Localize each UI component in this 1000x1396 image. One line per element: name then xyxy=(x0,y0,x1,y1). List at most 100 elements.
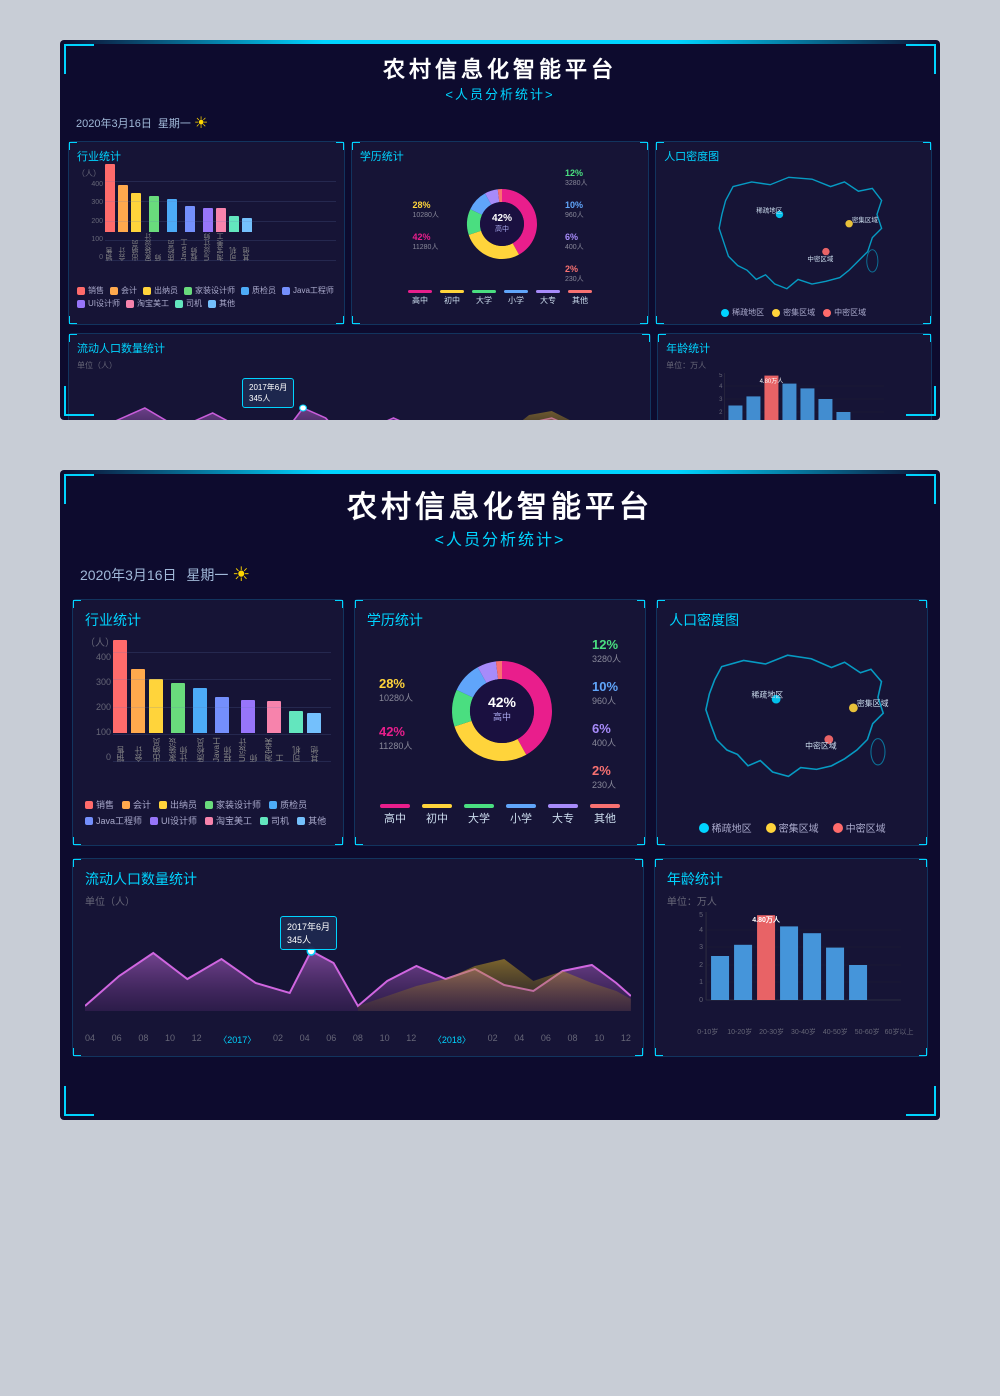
legend-item: 其他 xyxy=(208,298,235,309)
legend-item: 家装设计师 xyxy=(184,285,235,296)
bar-x-label: 家装设计师 xyxy=(144,233,164,261)
bar-group: 会计 xyxy=(131,669,145,762)
flow-panel-small: 流动人口数量统计 单位（人） xyxy=(68,333,651,420)
svg-text:2: 2 xyxy=(719,410,723,416)
corner-br xyxy=(906,386,936,416)
age-panel-small: 年龄统计 单位：万人 0 1 2 xyxy=(657,333,932,420)
svg-text:4: 4 xyxy=(719,384,723,390)
donut-svg-small: 42% 高中 xyxy=(447,169,557,279)
map-legend-large: 稀疏地区 密集区域 中密区域 xyxy=(669,820,915,835)
bar-x-label: 淘宝美工 xyxy=(216,233,226,261)
bar xyxy=(242,218,252,232)
main-title-large: 农村信息化智能平台 xyxy=(60,482,940,526)
bottom-panels-row-large: 流动人口数量统计 单位（人） xyxy=(60,852,940,1069)
legend-item: 出纳员 xyxy=(159,798,197,811)
map-title-large: 人口密度图 xyxy=(669,610,915,630)
svg-text:4: 4 xyxy=(699,927,703,934)
bar xyxy=(216,208,226,232)
china-map-svg-small: 稀疏地区 密集区域 中密区域 xyxy=(664,168,923,298)
education-panel-small: 学历统计 28%10280人 42%11280人 xyxy=(351,141,649,325)
bar-x-label: 会计 xyxy=(133,734,144,762)
legend-item: UI设计师 xyxy=(150,814,197,827)
bar-x-label: Java工程师 xyxy=(211,734,233,762)
bottom-panels-row-small: 流动人口数量统计 单位（人） xyxy=(60,329,940,420)
bar-group: 家装设计师 xyxy=(167,683,189,762)
bar-x-label: Java工程师 xyxy=(180,233,200,261)
bar-x-label: 出纳员 xyxy=(131,233,141,261)
legend-item: 销售 xyxy=(85,798,114,811)
bar-group: 出纳员 xyxy=(131,193,141,261)
edu-left-labels-large: 28%10280人 42%11280人 xyxy=(379,676,413,752)
bar-group: 其他 xyxy=(242,218,252,261)
legend-item: 司机 xyxy=(175,298,202,309)
bar-group: 其他 xyxy=(307,713,321,762)
corner-br-lg xyxy=(906,1086,936,1116)
weekday-small: 星期一 xyxy=(158,115,191,131)
bar xyxy=(167,199,177,232)
bar-x-label: 司机 xyxy=(229,233,239,261)
header-deco xyxy=(60,40,940,44)
bar-x-label: UI设计师 xyxy=(203,233,213,261)
bar xyxy=(185,206,195,232)
svg-text:3: 3 xyxy=(719,397,723,403)
bar xyxy=(229,216,239,232)
map-title-small: 人口密度图 xyxy=(664,148,923,164)
legend-item: 其他 xyxy=(297,814,326,827)
edu-right-labels-small: 12%3280人 10%960人 6%400人 2%230人 xyxy=(565,168,588,284)
svg-text:中密区域: 中密区域 xyxy=(805,740,837,750)
bar-group: 销售 xyxy=(105,164,115,261)
svg-text:5: 5 xyxy=(719,373,723,379)
flow-tooltip-small: 2017年6月 345人 xyxy=(242,378,294,408)
legend-item: 质检员 xyxy=(241,285,276,296)
bar-x-label: 其他 xyxy=(309,734,320,762)
bar xyxy=(149,679,163,733)
legend-item: 质检员 xyxy=(269,798,307,811)
bar-group: 质检员 xyxy=(193,688,207,762)
svg-text:4.80万人: 4.80万人 xyxy=(752,915,781,924)
svg-text:0: 0 xyxy=(699,997,703,1004)
svg-text:42%: 42% xyxy=(488,694,517,710)
header-deco-lg xyxy=(60,470,940,474)
legend-item: 会计 xyxy=(110,285,137,296)
sub-title-large: <人员分析统计> xyxy=(60,526,940,550)
age-svg-small: 0 1 2 3 4 5 xyxy=(666,373,923,420)
bar-x-label: 家装设计师 xyxy=(167,734,189,762)
header-large: 农村信息化智能平台 <人员分析统计> xyxy=(60,470,940,556)
legend-item: 销售 xyxy=(77,285,104,296)
bar xyxy=(267,701,281,733)
svg-text:高中: 高中 xyxy=(495,224,509,233)
top-bar-large: 2020年3月16日 星期一 ☀ xyxy=(60,556,940,593)
sun-icon-large: ☀ xyxy=(232,562,250,587)
map-panel-small: 人口密度图 稀疏地区 密集区域 中密区域 稀疏地区 xyxy=(655,141,932,325)
edu-bottom-legend-small: 高中 初中 大学 小学 大专 其他 xyxy=(408,290,592,306)
age-x-labels-large: 0-10岁 10-20岁 20-30岁 30-40岁 40-50岁 50-60岁… xyxy=(667,1027,915,1037)
bar-x-label: 质检员 xyxy=(195,734,206,762)
bar-group: 淘宝美工 xyxy=(263,701,285,762)
bar-group: 淘宝美工 xyxy=(216,208,226,261)
weekday-large: 星期一 xyxy=(186,565,228,585)
bar xyxy=(171,683,185,733)
corner-tl-lg xyxy=(64,474,94,504)
industry-panel-large: 行业统计 （人） 0100 200300 400 销售会计出纳员家装设计师质检员… xyxy=(72,599,344,846)
top-bar-small: 2020年3月16日 星期一 ☀ xyxy=(60,109,940,137)
legend-item: 会计 xyxy=(122,798,151,811)
legend-item: Java工程师 xyxy=(85,814,142,827)
bar xyxy=(131,193,141,232)
corner-tr xyxy=(906,44,936,74)
main-title-small: 农村信息化智能平台 xyxy=(60,52,940,84)
dashboard-small: 农村信息化智能平台 <人员分析统计> 2020年3月16日 星期一 ☀ 行业统计… xyxy=(60,40,940,420)
bar-group: 销售 xyxy=(113,640,127,763)
bar-x-label: 司机 xyxy=(291,734,302,762)
bar xyxy=(193,688,207,733)
edu-title-small: 学历统计 xyxy=(360,148,640,164)
bar-group: UI设计师 xyxy=(237,700,259,762)
sub-title-small: <人员分析统计> xyxy=(60,84,940,103)
bar-group: 会计 xyxy=(118,185,128,261)
svg-text:5: 5 xyxy=(699,912,703,919)
date-small: 2020年3月16日 xyxy=(76,115,152,131)
legend-item: Java工程师 xyxy=(282,285,334,296)
age-chart-wrap-small: 0 1 2 3 4 5 xyxy=(666,373,923,420)
legend-item: UI设计师 xyxy=(77,298,120,309)
svg-text:密集区域: 密集区域 xyxy=(852,215,879,224)
bar xyxy=(289,711,303,733)
